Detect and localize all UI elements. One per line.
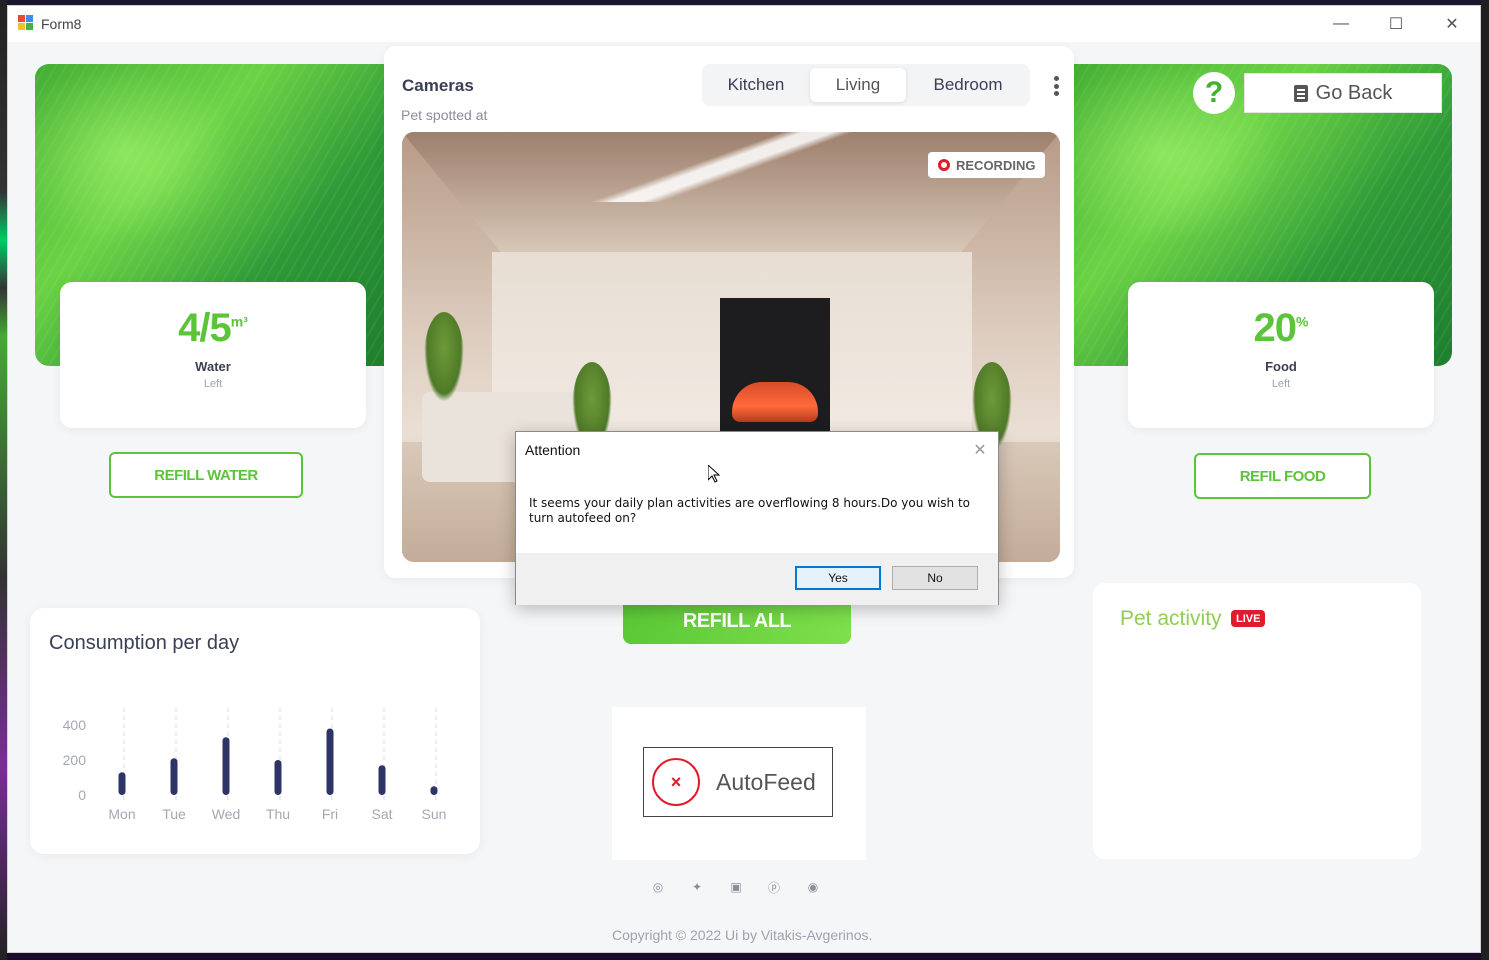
record-icon <box>938 159 950 171</box>
autofeed-toggle[interactable]: × AutoFeed <box>643 747 833 817</box>
mouse-cursor-icon <box>708 465 720 483</box>
camera-tabs: Kitchen Living Bedroom <box>702 64 1030 106</box>
pet-activity-title: Pet activity <box>1120 607 1222 630</box>
autofeed-label: AutoFeed <box>716 768 816 795</box>
food-stat-card: 20% Food Left <box>1128 282 1434 428</box>
x-tick-label: Mon <box>108 806 135 822</box>
y-tick-label: 400 <box>63 717 87 733</box>
refill-water-button[interactable]: REFILL WATER <box>109 452 303 498</box>
live-badge: LIVE <box>1231 610 1266 627</box>
help-icon: ? <box>1204 76 1224 109</box>
autofeed-card: × AutoFeed <box>612 707 866 860</box>
attention-dialog: Attention ✕ It seems your daily plan act… <box>515 431 999 605</box>
minimize-button[interactable]: — <box>1318 6 1364 42</box>
y-tick-label: 0 <box>78 787 86 803</box>
pinterest-icon[interactable]: ⓟ <box>765 878 783 896</box>
title-bar: Form8 — ☐ ✕ <box>8 6 1480 42</box>
tab-kitchen[interactable]: Kitchen <box>706 68 806 102</box>
window-title: Form8 <box>41 16 82 32</box>
cameras-subtitle: Pet spotted at <box>401 107 488 123</box>
chart-bar-mon <box>118 772 126 795</box>
dialog-no-button[interactable]: No <box>892 566 978 590</box>
food-unit: % <box>1296 313 1309 330</box>
dribbble-icon[interactable]: ◎ <box>649 878 667 896</box>
x-tick-label: Tue <box>162 806 186 822</box>
food-sub: Left <box>1271 378 1291 390</box>
app-window: Form8 — ☐ ✕ ? Go Back 4/5m³ Water Left 2… <box>7 5 1481 953</box>
x-tick-label: Sat <box>371 806 392 822</box>
food-label: Food <box>1265 359 1297 374</box>
consumption-chart-card: Consumption per day 0 200 400 Mon Tue Wed Thu F… <box>30 608 480 854</box>
x-tick-label: Thu <box>266 806 290 822</box>
recording-badge: RECORDING <box>928 152 1046 178</box>
food-value: 20 <box>1253 306 1297 350</box>
more-options-icon[interactable] <box>1052 76 1060 96</box>
tab-bedroom[interactable]: Bedroom <box>910 68 1026 102</box>
cameras-title: Cameras <box>402 76 474 95</box>
maximize-button[interactable]: ☐ <box>1373 6 1419 42</box>
recording-label: RECORDING <box>956 157 1036 173</box>
food-value-row: 20% <box>1128 306 1434 351</box>
twitter-icon[interactable]: ✦ <box>688 878 706 896</box>
go-back-label: Go Back <box>1315 81 1393 104</box>
y-tick-label: 200 <box>63 752 87 768</box>
close-window-button[interactable]: ✕ <box>1429 6 1475 42</box>
water-unit: m³ <box>230 313 248 330</box>
chart-bar-sun <box>430 786 438 795</box>
close-circle-icon: × <box>652 758 700 806</box>
water-sub: Left <box>203 378 223 390</box>
x-tick-label: Fri <box>322 806 338 822</box>
refill-food-button[interactable]: REFIL FOOD <box>1194 453 1371 499</box>
car-image <box>732 382 818 422</box>
copyright-text: Copyright © 2022 Ui by Vitakis-Avgerinos… <box>612 927 873 943</box>
pet-activity-card: Pet activity LIVE <box>1093 583 1421 859</box>
chart-bar-tue <box>170 758 178 795</box>
chart-bar-wed <box>222 737 230 795</box>
water-stat-card: 4/5m³ Water Left <box>60 282 366 428</box>
x-tick-label: Wed <box>212 806 241 822</box>
app-icon <box>18 15 34 31</box>
x-tick-label: Sun <box>422 806 447 822</box>
help-button[interactable]: ? <box>1193 72 1235 114</box>
chart-bar-sat <box>378 765 386 795</box>
tab-living[interactable]: Living <box>810 68 906 102</box>
water-label: Water <box>195 359 231 374</box>
document-icon <box>1293 84 1308 102</box>
instagram-icon[interactable]: ▣ <box>727 878 745 896</box>
github-icon[interactable]: ◉ <box>804 878 822 896</box>
go-back-button[interactable]: Go Back <box>1244 73 1442 113</box>
live-label: LIVE <box>1236 612 1261 625</box>
dialog-footer: Yes No <box>516 553 998 605</box>
dialog-message: It seems your daily plan activities are … <box>529 496 971 525</box>
water-value-row: 4/5m³ <box>60 306 366 351</box>
consumption-chart: 0 200 400 Mon Tue Wed Thu Fri Sat Sun <box>63 708 447 822</box>
desktop-background-left <box>0 0 7 960</box>
dialog-yes-button[interactable]: Yes <box>795 566 881 590</box>
dialog-title: Attention <box>525 442 581 458</box>
chart-bar-fri <box>326 728 334 795</box>
dialog-close-icon[interactable]: ✕ <box>968 438 992 462</box>
desktop-background-right <box>1481 0 1489 960</box>
water-value: 4/5 <box>178 306 232 350</box>
chart-bar-thu <box>274 760 282 795</box>
